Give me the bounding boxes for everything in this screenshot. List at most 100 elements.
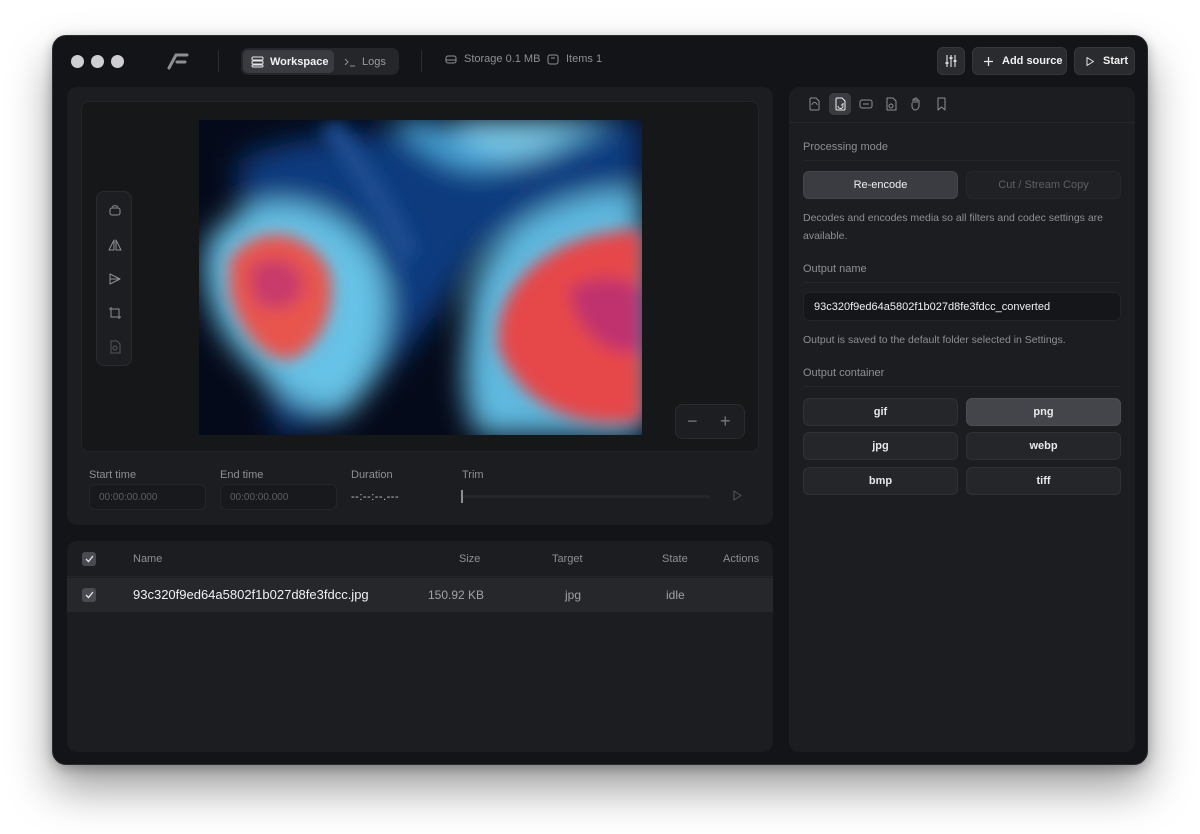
row-file-name: 93c320f9ed64a5802f1b027d8fe3fdcc.jpg <box>133 587 369 602</box>
end-time-label: End time <box>220 469 264 481</box>
trim-handle[interactable] <box>461 490 463 503</box>
rotate-tool-button[interactable] <box>106 202 124 220</box>
section-divider <box>803 160 1121 161</box>
mixer-settings-button[interactable] <box>937 47 965 75</box>
output-container-label: Output container <box>803 367 885 379</box>
container-tiff-button[interactable]: tiff <box>966 467 1121 495</box>
output-help-text: Output is saved to the default folder se… <box>803 334 1066 346</box>
flip-tool-button[interactable] <box>106 236 124 254</box>
section-divider <box>803 282 1121 283</box>
zoom-window-button[interactable] <box>111 55 124 68</box>
mirror-tool-button[interactable] <box>106 270 124 288</box>
table-row[interactable]: 93c320f9ed64a5802f1b027d8fe3fdcc.jpg 150… <box>67 578 773 612</box>
items-indicator: Items 1 <box>547 53 602 65</box>
settings-panel: Processing mode Re-encode Cut / Stream C… <box>789 87 1135 752</box>
rotate-image-icon <box>109 205 121 216</box>
plus-icon <box>984 56 993 66</box>
terminal-icon <box>344 58 355 66</box>
mirror-icon <box>109 273 121 285</box>
processing-mode-label: Processing mode <box>803 141 888 153</box>
app-logo <box>167 53 189 70</box>
image-file-icon <box>110 340 121 354</box>
tab-workspace[interactable]: Workspace <box>243 50 334 73</box>
trim-label: Trim <box>462 469 484 481</box>
duration-value: --:--:--.--- <box>351 491 400 503</box>
duration-label: Duration <box>351 469 393 481</box>
row-file-size: 150.92 KB <box>428 588 485 602</box>
tab-metadata[interactable] <box>905 93 927 115</box>
bookmark-icon <box>937 97 945 111</box>
container-bmp-button[interactable]: bmp <box>803 467 958 495</box>
box-icon <box>547 54 559 64</box>
end-time-input[interactable]: 00:00:00.000 <box>220 484 337 510</box>
container-webp-button[interactable]: webp <box>966 432 1121 460</box>
convert-icon <box>809 97 819 111</box>
column-name[interactable]: Name <box>133 553 162 565</box>
column-actions: Actions <box>723 553 760 565</box>
preview-tool-rail <box>96 191 132 366</box>
preview-stage: − + <box>81 101 759 452</box>
add-source-button[interactable]: Add source <box>972 47 1067 75</box>
stream-copy-button[interactable]: Cut / Stream Copy <box>966 171 1121 199</box>
captions-icon <box>859 99 873 109</box>
play-icon <box>1086 56 1094 66</box>
stack-icon <box>251 56 264 67</box>
check-icon <box>85 591 94 599</box>
row-target-format[interactable]: jpg <box>565 588 581 602</box>
items-text: Items 1 <box>566 53 603 65</box>
table-header: Name Size Target State Actions <box>67 541 773 577</box>
settings-tabs <box>789 87 1135 123</box>
column-state[interactable]: State <box>662 553 688 565</box>
start-label: Start <box>1103 55 1129 67</box>
title-divider <box>218 50 219 72</box>
zoom-in-button[interactable]: + <box>720 411 731 432</box>
tab-subtitles[interactable] <box>855 93 877 115</box>
image-file-icon <box>886 97 896 111</box>
tab-presets[interactable] <box>930 93 952 115</box>
zoom-controls: − + <box>675 404 745 439</box>
output-name-input[interactable]: 93c320f9ed64a5802f1b027d8fe3fdcc_convert… <box>803 292 1121 321</box>
crop-icon <box>109 307 121 319</box>
output-name-label: Output name <box>803 263 867 275</box>
storage-text: Storage 0.1 MB <box>464 53 541 65</box>
container-png-button[interactable]: png <box>966 398 1121 426</box>
crop-tool-button[interactable] <box>106 304 124 322</box>
process-file-icon <box>835 97 845 111</box>
re-encode-button[interactable]: Re-encode <box>803 171 958 199</box>
start-button[interactable]: Start <box>1074 47 1135 75</box>
minimize-window-button[interactable] <box>91 55 104 68</box>
storage-indicator: Storage 0.1 MB <box>445 53 540 65</box>
start-time-input[interactable]: 00:00:00.000 <box>89 484 206 510</box>
tab-logs[interactable]: Logs <box>336 50 397 73</box>
sliders-icon <box>945 55 957 67</box>
preview-panel: − + Start time 00:00:00.000 End time 00:… <box>67 87 773 525</box>
view-switcher: Workspace Logs <box>241 48 399 75</box>
row-state: idle <box>666 588 685 602</box>
tab-logs-label: Logs <box>362 55 386 68</box>
flip-icon <box>108 239 122 251</box>
export-frame-tool-button[interactable] <box>106 338 124 356</box>
hand-icon <box>911 97 920 111</box>
start-time-label: Start time <box>89 469 137 481</box>
close-window-button[interactable] <box>71 55 84 68</box>
column-size[interactable]: Size <box>459 553 480 565</box>
title-bar: Workspace Logs Storage 0.1 MB Items 1 Ad… <box>53 36 1147 86</box>
tab-image[interactable] <box>880 93 902 115</box>
container-jpg-button[interactable]: jpg <box>803 432 958 460</box>
app-window: Workspace Logs Storage 0.1 MB Items 1 Ad… <box>52 35 1148 765</box>
title-divider <box>421 50 422 72</box>
select-all-checkbox[interactable] <box>82 552 96 566</box>
section-divider <box>803 386 1121 387</box>
trim-slider[interactable] <box>462 495 710 498</box>
mode-help-text: Decodes and encodes media so all filters… <box>803 212 1104 242</box>
tab-format[interactable] <box>803 93 825 115</box>
column-target[interactable]: Target <box>552 553 583 565</box>
preview-play-button[interactable] <box>731 489 743 502</box>
add-source-label: Add source <box>1002 55 1063 67</box>
row-checkbox[interactable] <box>82 588 96 602</box>
container-gif-button[interactable]: gif <box>803 398 958 426</box>
tab-processing[interactable] <box>829 93 851 115</box>
file-table: Name Size Target State Actions 93c320f9e… <box>67 541 773 752</box>
tab-workspace-label: Workspace <box>270 55 329 68</box>
zoom-out-button[interactable]: − <box>687 411 698 432</box>
